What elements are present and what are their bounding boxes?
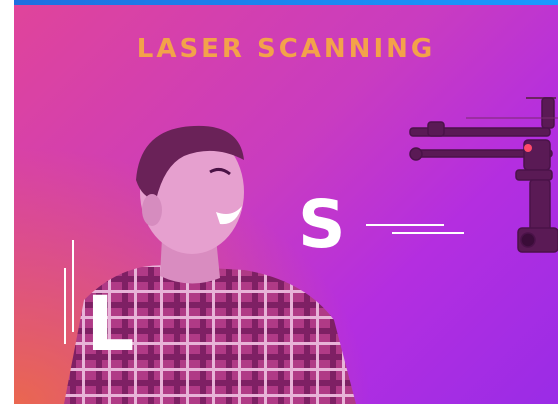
- deco-line-vertical-2: [64, 268, 66, 344]
- deco-line-horizontal-1: [366, 224, 444, 226]
- drone-image: [409, 97, 558, 253]
- top-accent-bar: [14, 0, 558, 5]
- banner: LASER SCANNING S L: [14, 0, 558, 404]
- deco-line-horizontal-2: [392, 232, 464, 234]
- letter-s: S: [298, 186, 346, 263]
- banner-headline: LASER SCANNING: [136, 34, 436, 64]
- letter-l: L: [86, 279, 135, 368]
- deco-line-vertical-1: [72, 240, 74, 332]
